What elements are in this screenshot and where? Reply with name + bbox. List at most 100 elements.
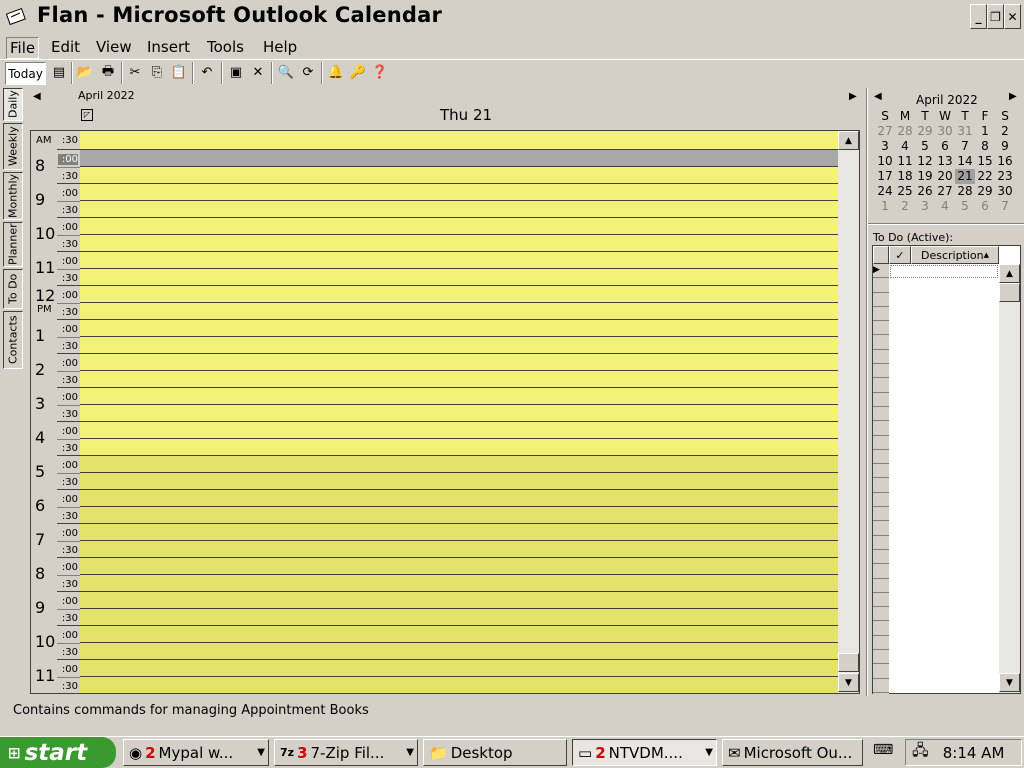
calendar-day[interactable]: 19 — [915, 169, 935, 184]
network-icon[interactable]: 🖧 — [912, 740, 929, 765]
time-slot[interactable] — [80, 660, 838, 677]
todo-row-header[interactable] — [873, 293, 889, 307]
todo-row-header[interactable] — [873, 536, 889, 550]
today-button[interactable]: Today — [5, 62, 46, 85]
mini-calendar[interactable]: S M T W T F S 27 28 29 30 31 1 2 3 4 5 6 7 8 9 10 11 12 13 14 15 16… — [875, 109, 1017, 214]
calendar-day[interactable]: 25 — [895, 184, 915, 199]
calendar-day[interactable]: 17 — [875, 169, 895, 184]
time-slot[interactable] — [80, 473, 838, 490]
calendar-day[interactable]: 7 — [955, 139, 975, 154]
time-slot[interactable] — [80, 575, 838, 592]
prev-month-icon[interactable]: ◀ — [874, 91, 882, 102]
next-day-icon[interactable]: ▶ — [849, 91, 857, 102]
undo-icon[interactable]: ↶ — [196, 62, 218, 83]
todo-row-header[interactable] — [873, 436, 889, 450]
todo-row-header[interactable] — [873, 321, 889, 336]
calendar-day[interactable]: 27 — [935, 184, 955, 199]
todo-row-header[interactable] — [873, 464, 889, 479]
calendar-day[interactable]: 28 — [955, 184, 975, 199]
day-scrollbar[interactable]: ▲ ▼ — [838, 131, 859, 693]
task-desktop[interactable]: 📁 Desktop — [423, 739, 567, 766]
calendar-day[interactable]: 5 — [955, 199, 975, 214]
time-slot[interactable] — [80, 184, 838, 201]
appointment-slots[interactable] — [80, 131, 838, 693]
todo-row-header[interactable] — [873, 378, 889, 393]
meeting-wizard-icon[interactable]: ❓ — [369, 62, 391, 83]
calendar-day[interactable]: 21 — [955, 169, 975, 184]
todo-row-header[interactable] — [873, 407, 889, 422]
private-key-icon[interactable]: 🔑 — [347, 62, 369, 83]
todo-row-header[interactable] — [873, 278, 889, 293]
outlook-app-icon[interactable] — [5, 7, 28, 26]
time-slot[interactable] — [80, 320, 838, 337]
calendar-day[interactable]: 7 — [995, 199, 1015, 214]
calendar-day[interactable]: 2 — [895, 199, 915, 214]
menu-view[interactable]: View — [93, 37, 135, 57]
calendar-day[interactable]: 16 — [995, 154, 1015, 169]
calendar-day[interactable]: 1 — [975, 124, 995, 139]
time-slot[interactable] — [80, 643, 838, 660]
tab-daily[interactable]: Daily — [3, 88, 23, 121]
calendar-day[interactable]: 28 — [895, 124, 915, 139]
calendar-day[interactable]: 4 — [895, 139, 915, 154]
time-slot[interactable] — [80, 269, 838, 286]
delete-icon[interactable]: ✕ — [247, 62, 269, 83]
time-slot[interactable] — [80, 286, 838, 303]
task-ntvdm[interactable]: ▭ 2 NTVDM.... ▼ — [572, 739, 717, 766]
time-slot[interactable] — [80, 354, 838, 371]
calendar-day[interactable]: 10 — [875, 154, 895, 169]
calendar-day[interactable]: 5 — [915, 139, 935, 154]
todo-row-header[interactable] — [873, 564, 889, 579]
time-slot[interactable] — [80, 218, 838, 235]
todo-row-header[interactable] — [873, 593, 889, 608]
restore-button[interactable]: ❐ — [987, 4, 1004, 29]
find-icon[interactable]: 🔍 — [275, 62, 297, 83]
calendar-day[interactable]: 15 — [975, 154, 995, 169]
scroll-down-icon[interactable]: ▼ — [838, 673, 859, 692]
calendar-day[interactable]: 27 — [875, 124, 895, 139]
time-slot[interactable] — [80, 422, 838, 439]
todo-row-header[interactable] — [873, 679, 889, 693]
time-slot[interactable] — [80, 167, 838, 184]
calendar-day[interactable]: 6 — [935, 139, 955, 154]
time-slot[interactable] — [80, 439, 838, 456]
calendar-day[interactable]: 13 — [935, 154, 955, 169]
tab-weekly[interactable]: Weekly — [3, 123, 23, 170]
scroll-thumb[interactable] — [838, 653, 859, 672]
time-slot[interactable] — [80, 592, 838, 609]
todo-row-header[interactable] — [873, 478, 889, 493]
todo-description-header[interactable]: Description ▲ — [911, 246, 999, 264]
recurring-icon[interactable]: ⟳ — [297, 62, 319, 83]
goto-date-icon[interactable]: ▤ — [48, 62, 70, 83]
scroll-up-icon[interactable]: ▲ — [999, 264, 1020, 283]
time-slot[interactable] — [80, 490, 838, 507]
todo-row-header[interactable] — [873, 636, 889, 651]
reminder-bell-icon[interactable]: 🔔 — [325, 62, 347, 83]
calendar-day[interactable]: 9 — [995, 139, 1015, 154]
time-slot[interactable] — [80, 609, 838, 626]
time-slot[interactable] — [80, 337, 838, 354]
time-slot[interactable] — [80, 507, 838, 524]
clock[interactable]: 8:14 AM — [943, 744, 1005, 762]
prev-day-icon[interactable]: ◀ — [33, 91, 41, 102]
task-7zip[interactable]: 7z 3 7-Zip Fil... ▼ — [274, 739, 418, 766]
insert-item-icon[interactable]: ▣ — [225, 62, 247, 83]
scroll-up-icon[interactable]: ▲ — [838, 131, 859, 150]
calendar-day[interactable]: 29 — [915, 124, 935, 139]
time-slot[interactable] — [80, 150, 838, 167]
time-slot[interactable] — [80, 541, 838, 558]
calendar-day[interactable]: 3 — [915, 199, 935, 214]
time-slot[interactable] — [80, 388, 838, 405]
calendar-day[interactable]: 8 — [975, 139, 995, 154]
calendar-day[interactable]: 11 — [895, 154, 915, 169]
menu-insert[interactable]: Insert — [144, 37, 193, 57]
scroll-thumb[interactable] — [999, 283, 1020, 302]
keyboard-icon[interactable]: ⌨ — [873, 742, 893, 758]
todo-row-header[interactable] — [873, 364, 889, 379]
todo-row-header[interactable] — [873, 335, 889, 350]
time-slot[interactable] — [80, 456, 838, 473]
menu-help[interactable]: Help — [260, 37, 300, 57]
todo-row-header[interactable] — [873, 621, 889, 636]
todo-row-header[interactable] — [873, 450, 889, 465]
todo-row-header[interactable] — [873, 507, 889, 522]
